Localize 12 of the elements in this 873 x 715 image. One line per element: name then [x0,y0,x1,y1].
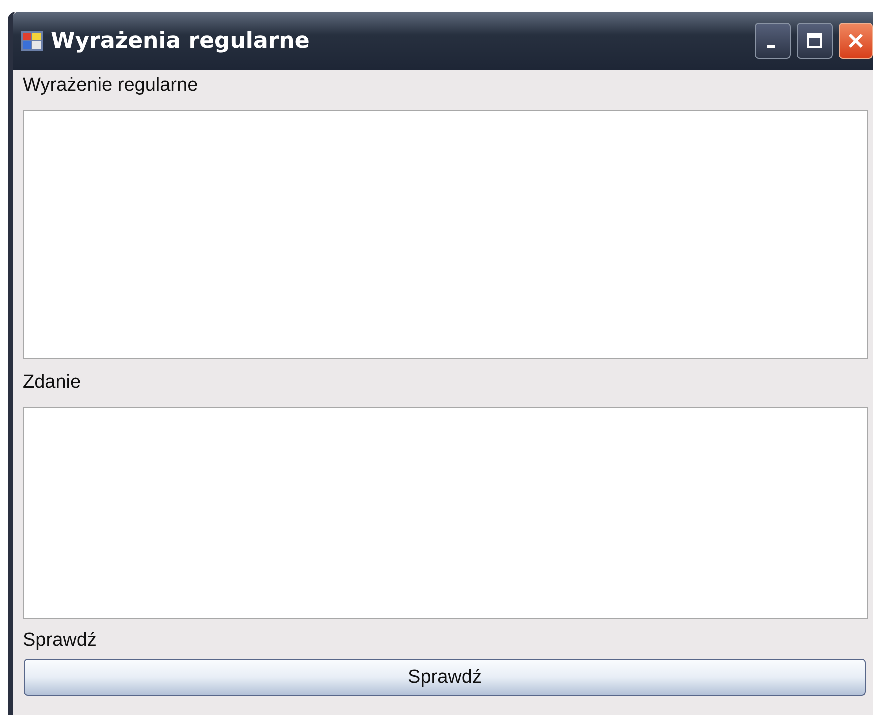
window-title: Wyrażenia regularne [51,28,310,54]
check-button[interactable]: Sprawdź [24,659,866,696]
result-label: Sprawdź [23,629,98,653]
minimize-icon [767,44,775,48]
app-icon [21,31,43,51]
maximize-icon [807,33,823,49]
field-label: Zdanie [23,371,82,395]
close-button[interactable] [839,23,873,59]
maximize-button[interactable] [797,23,833,59]
minimize-button[interactable] [755,23,791,59]
field-label: Wyrażenie regularne [23,74,200,98]
close-icon [847,32,865,50]
